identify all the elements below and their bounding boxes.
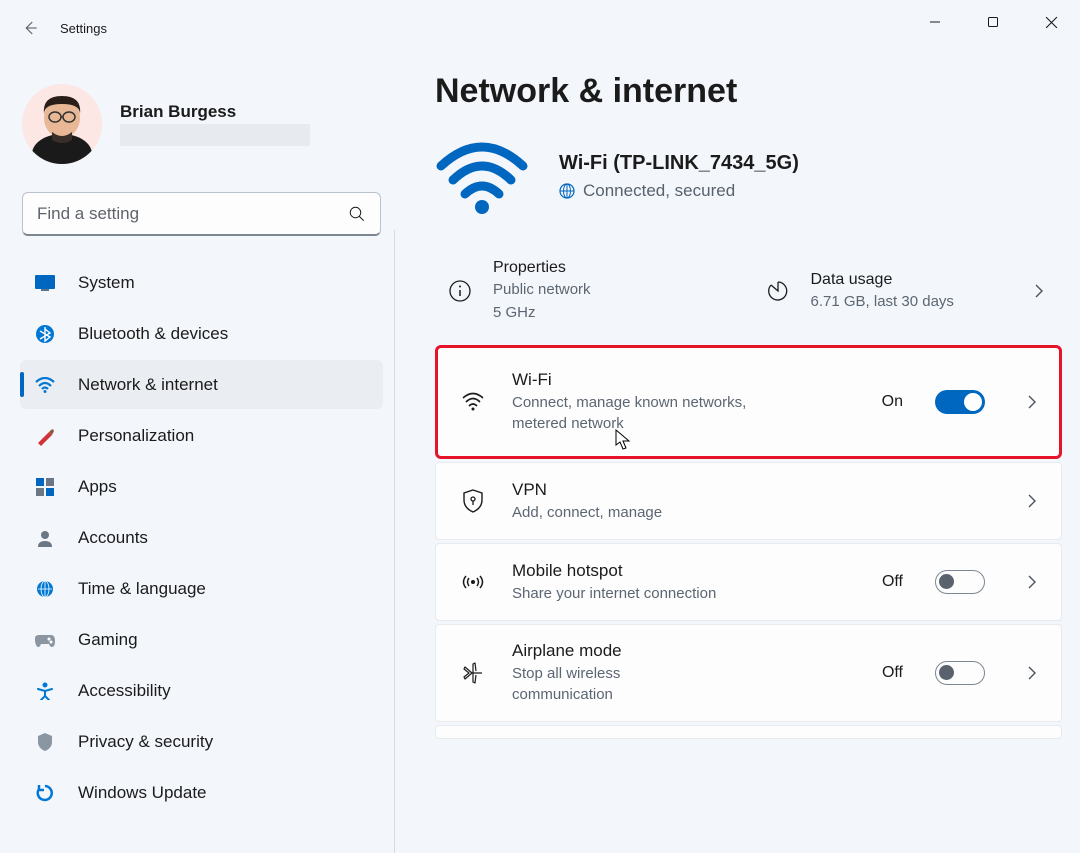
window-title: Settings [60, 21, 107, 36]
usage-title: Data usage [811, 271, 1009, 289]
gaming-icon [34, 629, 56, 651]
wifi-icon [460, 389, 486, 415]
connection-state: Connected, secured [583, 181, 735, 201]
sidebar: Brian Burgess System Bluetooth & devices… [0, 56, 395, 853]
wifi-icon [34, 374, 56, 396]
globe-icon [559, 183, 575, 199]
properties-title: Properties [493, 259, 731, 277]
properties-sub2: 5 GHz [493, 302, 731, 323]
minimize-icon [929, 16, 941, 28]
nav-item-personalization[interactable]: Personalization [20, 411, 383, 460]
setting-airplane[interactable]: Airplane mode Stop all wireless communic… [435, 624, 1062, 722]
time-icon [34, 578, 56, 600]
hotspot-icon [460, 569, 486, 595]
update-icon [34, 782, 56, 804]
privacy-icon [34, 731, 56, 753]
setting-sub: Add, connect, manage [512, 502, 792, 523]
nav-item-accessibility[interactable]: Accessibility [20, 666, 383, 715]
nav-label: Gaming [78, 630, 138, 650]
setting-wifi[interactable]: Wi-Fi Connect, manage known networks, me… [435, 345, 1062, 459]
nav-item-accounts[interactable]: Accounts [20, 513, 383, 562]
setting-title: Airplane mode [512, 641, 856, 661]
back-button[interactable] [8, 6, 52, 50]
nav-item-network[interactable]: Network & internet [20, 360, 383, 409]
user-email [120, 124, 310, 146]
usage-sub: 6.71 GB, last 30 days [811, 291, 1009, 312]
nav-item-apps[interactable]: Apps [20, 462, 383, 511]
setting-sub: Connect, manage known networks, metered … [512, 392, 792, 434]
back-icon [21, 19, 39, 37]
airplane-toggle[interactable] [935, 661, 985, 685]
setting-sub: Stop all wireless communication [512, 663, 712, 705]
close-button[interactable] [1022, 0, 1080, 44]
network-status: Wi-Fi (TP-LINK_7434_5G) Connected, secur… [435, 137, 1062, 215]
nav-item-privacy[interactable]: Privacy & security [20, 717, 383, 766]
shield-icon [460, 488, 486, 514]
setting-sub: Share your internet connection [512, 583, 792, 604]
nav-item-update[interactable]: Windows Update [20, 768, 383, 817]
minimize-button[interactable] [906, 0, 964, 44]
titlebar: Settings [0, 0, 1080, 56]
apps-icon [34, 476, 56, 498]
accessibility-icon [34, 680, 56, 702]
chevron-right-icon [1023, 393, 1041, 411]
search-box[interactable] [22, 192, 381, 236]
chevron-right-icon [1023, 664, 1041, 682]
properties-sub1: Public network [493, 279, 731, 300]
wifi-icon-large [435, 137, 529, 215]
content: Network & internet Wi-Fi (TP-LINK_7434_5… [395, 56, 1080, 853]
toggle-state: Off [882, 573, 903, 591]
setting-partial[interactable] [435, 725, 1062, 739]
nav-list: System Bluetooth & devices Network & int… [16, 258, 387, 817]
system-icon [34, 272, 56, 294]
nav-label: Windows Update [78, 783, 207, 803]
nav-label: Bluetooth & devices [78, 324, 228, 344]
chevron-right-icon [1023, 573, 1041, 591]
nav-label: Accounts [78, 528, 148, 548]
bluetooth-icon [34, 323, 56, 345]
setting-title: Mobile hotspot [512, 561, 856, 581]
info-icon [449, 280, 471, 302]
nav-label: System [78, 273, 135, 293]
nav-item-system[interactable]: System [20, 258, 383, 307]
nav-label: Privacy & security [78, 732, 213, 752]
setting-vpn[interactable]: VPN Add, connect, manage [435, 462, 1062, 540]
page-title: Network & internet [435, 72, 1062, 111]
nav-label: Accessibility [78, 681, 171, 701]
nav-label: Personalization [78, 426, 194, 446]
hotspot-toggle[interactable] [935, 570, 985, 594]
network-name: Wi-Fi (TP-LINK_7434_5G) [559, 152, 799, 175]
airplane-icon [460, 660, 486, 686]
data-usage-card[interactable]: Data usage 6.71 GB, last 30 days [753, 247, 1063, 335]
maximize-button[interactable] [964, 0, 1022, 44]
nav-label: Network & internet [78, 375, 218, 395]
nav-label: Time & language [78, 579, 206, 599]
user-name: Brian Burgess [120, 102, 310, 122]
user-profile[interactable]: Brian Burgess [16, 68, 387, 190]
nav-item-gaming[interactable]: Gaming [20, 615, 383, 664]
maximize-icon [987, 16, 999, 28]
close-icon [1045, 16, 1058, 29]
nav-item-bluetooth[interactable]: Bluetooth & devices [20, 309, 383, 358]
search-icon [348, 205, 366, 223]
wifi-toggle[interactable] [935, 390, 985, 414]
setting-title: Wi-Fi [512, 370, 856, 390]
nav-item-time[interactable]: Time & language [20, 564, 383, 613]
search-input[interactable] [37, 204, 348, 224]
personalization-icon [34, 425, 56, 447]
accounts-icon [34, 527, 56, 549]
properties-card[interactable]: Properties Public network 5 GHz [435, 247, 745, 335]
toggle-state: Off [882, 664, 903, 682]
chevron-right-icon [1023, 492, 1041, 510]
avatar [22, 84, 102, 164]
setting-hotspot[interactable]: Mobile hotspot Share your internet conne… [435, 543, 1062, 621]
chart-icon [767, 280, 789, 302]
toggle-state: On [882, 393, 903, 411]
setting-title: VPN [512, 480, 997, 500]
chevron-right-icon [1030, 282, 1048, 300]
nav-label: Apps [78, 477, 117, 497]
